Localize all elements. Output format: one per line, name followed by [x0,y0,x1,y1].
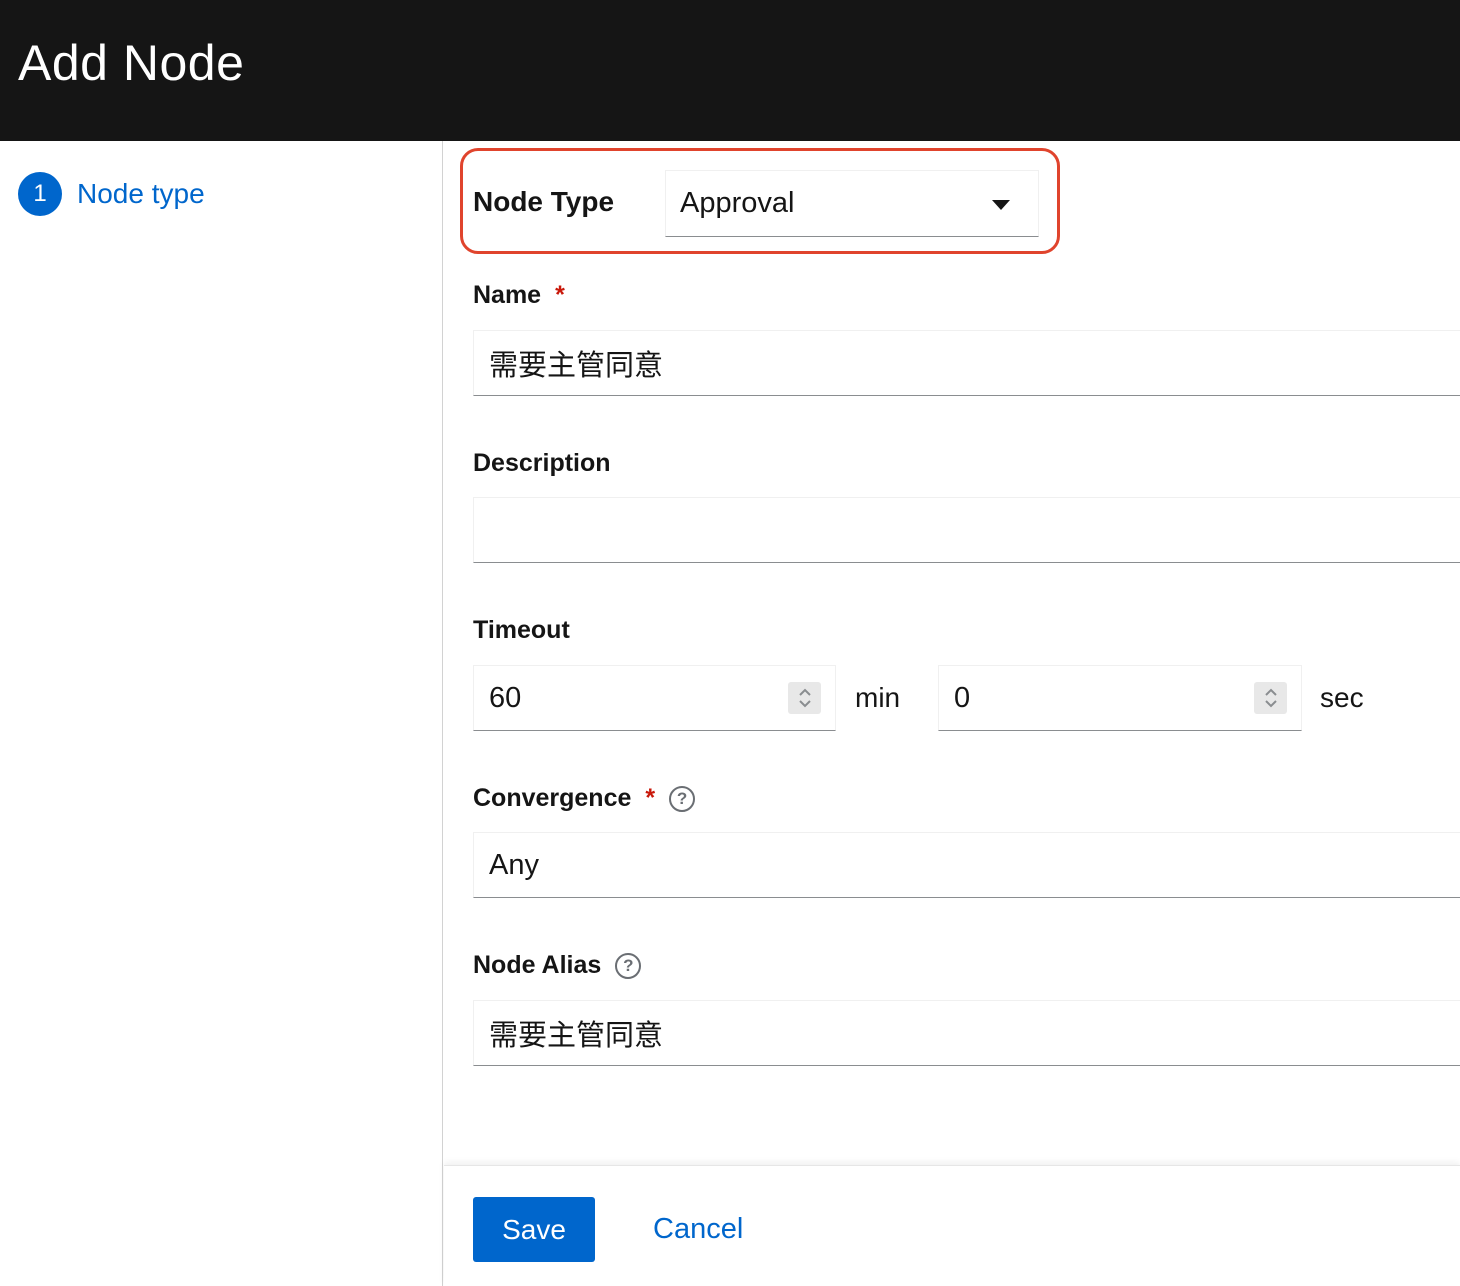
name-input[interactable]: 需要主管同意 [473,330,1460,396]
convergence-value: Any [489,848,539,881]
modal-title: Add Node [18,35,245,91]
question-circle-icon[interactable]: ? [669,785,696,812]
convergence-select[interactable]: Any [473,832,1460,898]
timeout-label-text: Timeout [473,616,570,644]
node-alias-input[interactable]: 需要主管同意 [473,1000,1460,1066]
save-button[interactable]: Save [473,1197,595,1262]
caret-down-icon [992,200,1010,210]
name-label-text: Name [473,281,542,309]
wizard-footer: Save Cancel [444,1165,1460,1286]
cancel-button[interactable]: Cancel [653,1197,743,1262]
description-label-text: Description [473,449,611,477]
node-type-value: Approval [680,187,795,219]
node-alias-label-text: Node Alias [473,951,602,979]
timeout-seconds-value: 0 [954,681,971,714]
required-indicator: * [645,784,656,812]
description-label: Description [473,449,611,478]
step-number-badge: 1 [18,172,62,216]
node-alias-label: Node Alias ? [473,951,642,980]
timeout-minutes-value: 60 [489,681,522,714]
minutes-unit: min [855,682,901,713]
description-input[interactable] [473,497,1460,563]
question-circle-icon[interactable]: ? [615,952,642,979]
modal-header: Add Node [0,0,1460,141]
stepper-arrows-icon [1264,688,1277,708]
stepper-arrows-icon [798,688,811,708]
minutes-stepper[interactable] [788,682,821,714]
name-label: Name * [473,281,565,310]
timeout-seconds-input[interactable]: 0 [938,665,1302,731]
wizard-nav: 1 Node type [0,141,443,1286]
node-type-select[interactable]: Approval [665,170,1039,237]
node-type-label: Node Type [473,186,615,217]
step-label: Node type [77,178,205,209]
seconds-stepper[interactable] [1254,682,1287,714]
convergence-label-text: Convergence [473,784,632,812]
wizard-main: Node Type Approval Name * 需要主管同意 Descrip… [444,141,1460,1286]
required-indicator: * [555,281,565,309]
node-alias-value: 需要主管同意 [489,1020,664,1052]
timeout-label: Timeout [473,616,570,645]
convergence-label: Convergence * ? [473,784,696,813]
name-value: 需要主管同意 [489,350,664,382]
seconds-unit: sec [1320,682,1364,713]
timeout-minutes-input[interactable]: 60 [473,665,836,731]
wizard-step-node-type[interactable]: 1 Node type [18,172,205,216]
